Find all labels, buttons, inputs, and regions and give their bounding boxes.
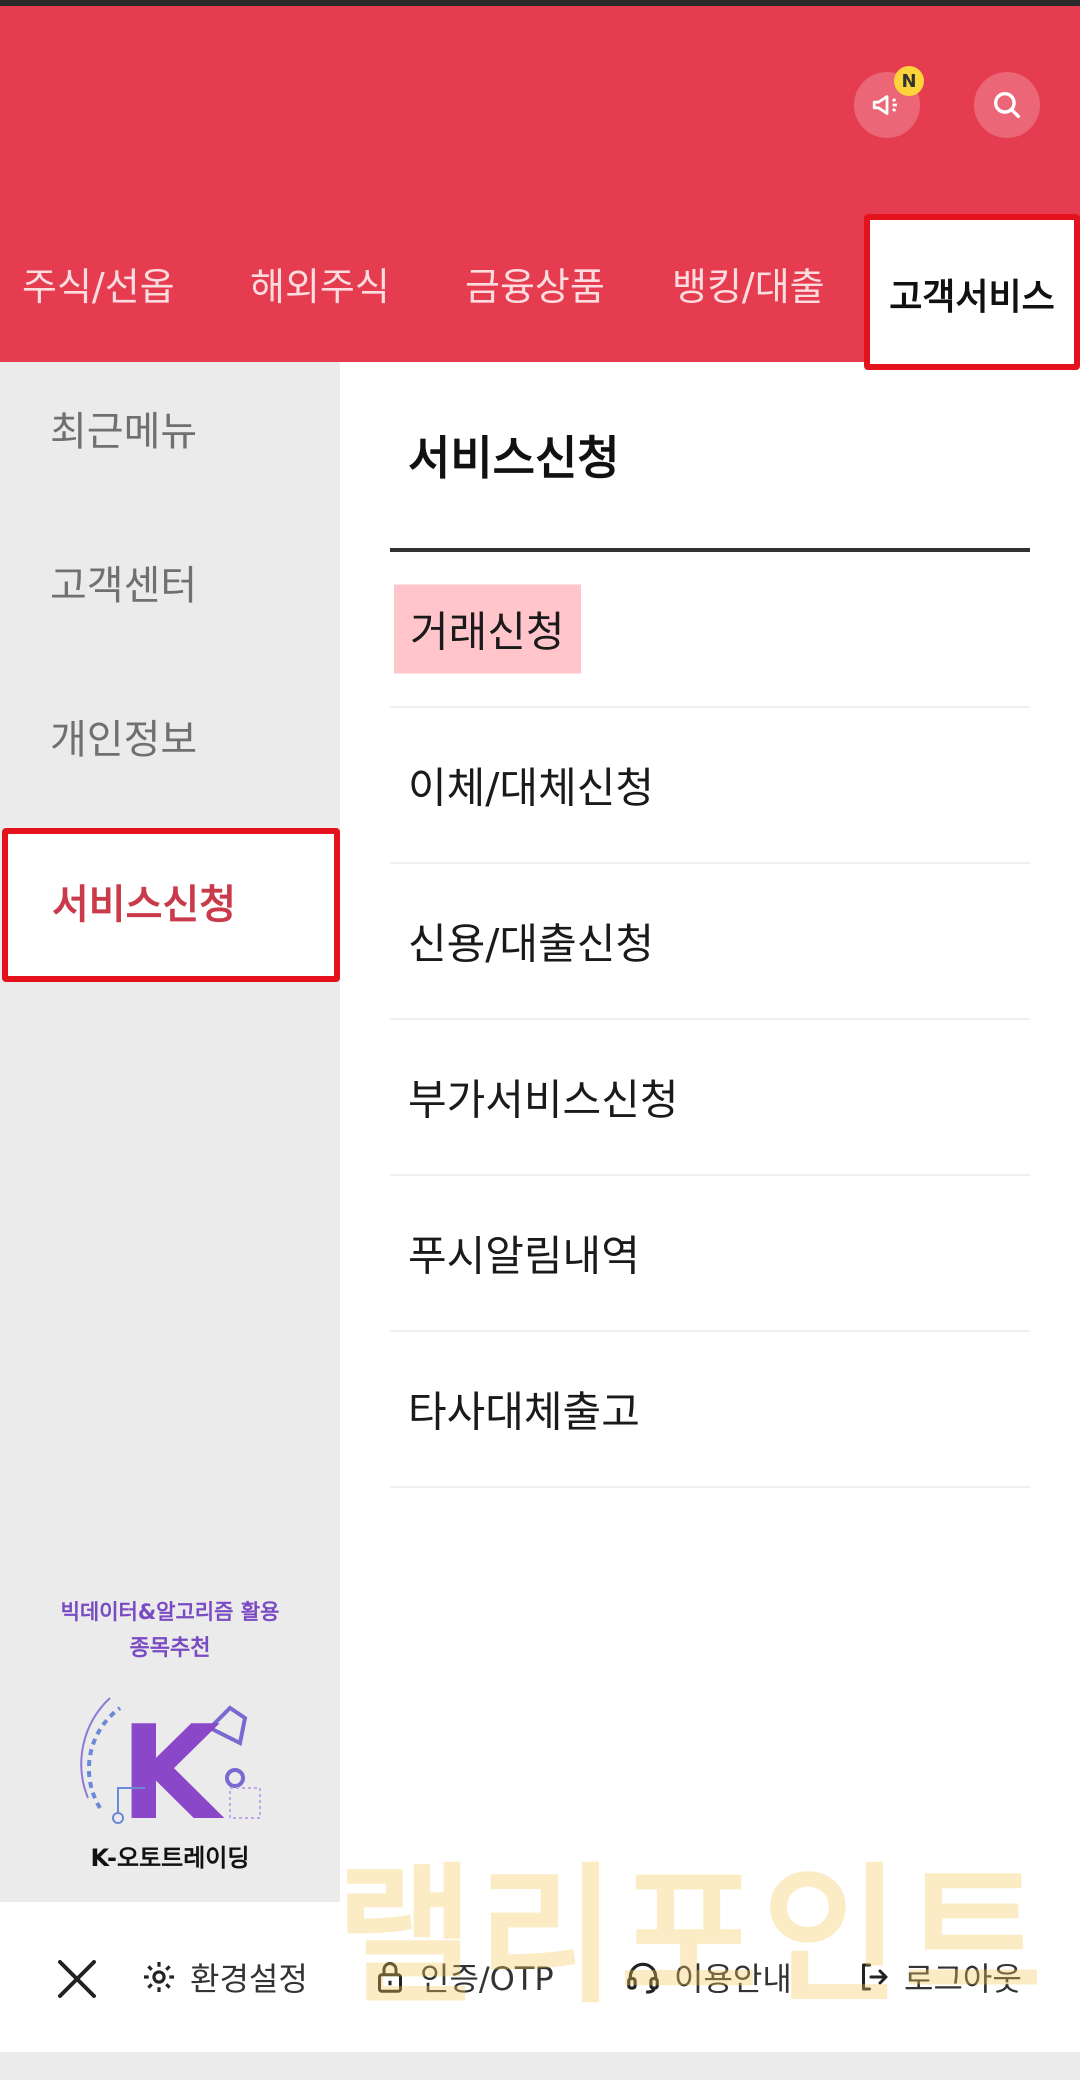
megaphone-icon [872, 95, 897, 115]
auth-otp-button[interactable]: 인증/OTP [372, 1902, 554, 2052]
logout-button[interactable]: 로그아웃 [856, 1902, 1022, 2052]
search-icon [993, 91, 1021, 119]
new-badge: N [894, 66, 924, 96]
k-logo-letter: K [120, 1697, 225, 1838]
category-tabs: 주식/선옵 해외주식 금융상품 뱅킹/대출 고객서비스 [0, 214, 1080, 370]
promo-name: K-오토트레이딩 [90, 1844, 250, 1872]
menu-item-label: 거래신청 [394, 584, 581, 674]
notice-button[interactable]: N [854, 66, 924, 138]
section-title: 서비스신청 [408, 431, 620, 485]
app-header: N 주식/선옵 해외주식 금융상품 뱅킹/대출 고객서비스 [0, 6, 1080, 370]
menu-item-label: 신용/대출신청 [408, 919, 654, 969]
close-button[interactable] [52, 1954, 102, 2004]
menu-item-label: 푸시알림내역 [408, 1231, 640, 1281]
k-logo-graphic: K [40, 1668, 300, 1849]
tab-customer-service[interactable]: 고객서비스 [864, 214, 1080, 370]
settings-button[interactable]: 환경설정 [140, 1902, 308, 2052]
menu-item-label: 이체/대체신청 [408, 763, 654, 813]
close-icon [58, 1960, 96, 1998]
sidebar-item-service-request[interactable]: 서비스신청 [2, 828, 340, 982]
settings-label: 환경설정 [190, 1960, 308, 1998]
sidebar: 최근메뉴 고객센터 개인정보 서비스신청 빅데이터&알고리즘 활용 종목추천 K… [0, 362, 340, 1902]
auth-otp-label: 인증/OTP [420, 1960, 554, 1998]
tab-stocks-futures[interactable]: 주식/선옵 [22, 252, 175, 322]
k-autotrading-banner[interactable]: 빅데이터&알고리즘 활용 종목추천 K K-오토트레이딩 [40, 1596, 300, 1872]
tab-overseas-stocks[interactable]: 해외주식 [250, 252, 390, 322]
menu-item-additional-service-request[interactable]: 부가서비스신청 [390, 1020, 1030, 1176]
guide-label: 이용안내 [674, 1960, 792, 1998]
menu-item-push-notification-history[interactable]: 푸시알림내역 [390, 1176, 1030, 1332]
tab-financial-products[interactable]: 금융상품 [465, 252, 605, 322]
logout-icon [862, 1963, 888, 1991]
search-button[interactable] [974, 72, 1040, 138]
menu-item-credit-loan-request[interactable]: 신용/대출신청 [390, 864, 1030, 1020]
sidebar-item-customer-center[interactable]: 고객센터 [0, 516, 340, 656]
lock-icon [378, 1962, 402, 1993]
menu-item-trade-request[interactable]: 거래신청 [390, 552, 1030, 708]
nav-bar-area [0, 2052, 1080, 2080]
menu-item-transfer-request[interactable]: 이체/대체신청 [390, 708, 1030, 864]
promo-line1: 빅데이터&알고리즘 활용 [60, 1600, 280, 1624]
logout-label: 로그아웃 [904, 1960, 1022, 1998]
sidebar-item-recent-menu[interactable]: 최근메뉴 [0, 362, 340, 502]
sidebar-item-personal-info[interactable]: 개인정보 [0, 670, 340, 810]
menu-item-label: 부가서비스신청 [408, 1075, 679, 1125]
menu-item-other-broker-transfer-out[interactable]: 타사대체출고 [390, 1332, 1030, 1488]
bottom-toolbar: 환경설정 인증/OTP 이용안내 로그아웃 [0, 1902, 1080, 2052]
guide-button[interactable]: 이용안내 [624, 1902, 792, 2052]
menu-item-label: 타사대체출고 [408, 1387, 640, 1437]
headset-icon [627, 1962, 659, 1994]
promo-line2: 종목추천 [129, 1636, 211, 1661]
gear-icon [143, 1961, 175, 1993]
tab-banking-loans[interactable]: 뱅킹/대출 [672, 252, 825, 322]
